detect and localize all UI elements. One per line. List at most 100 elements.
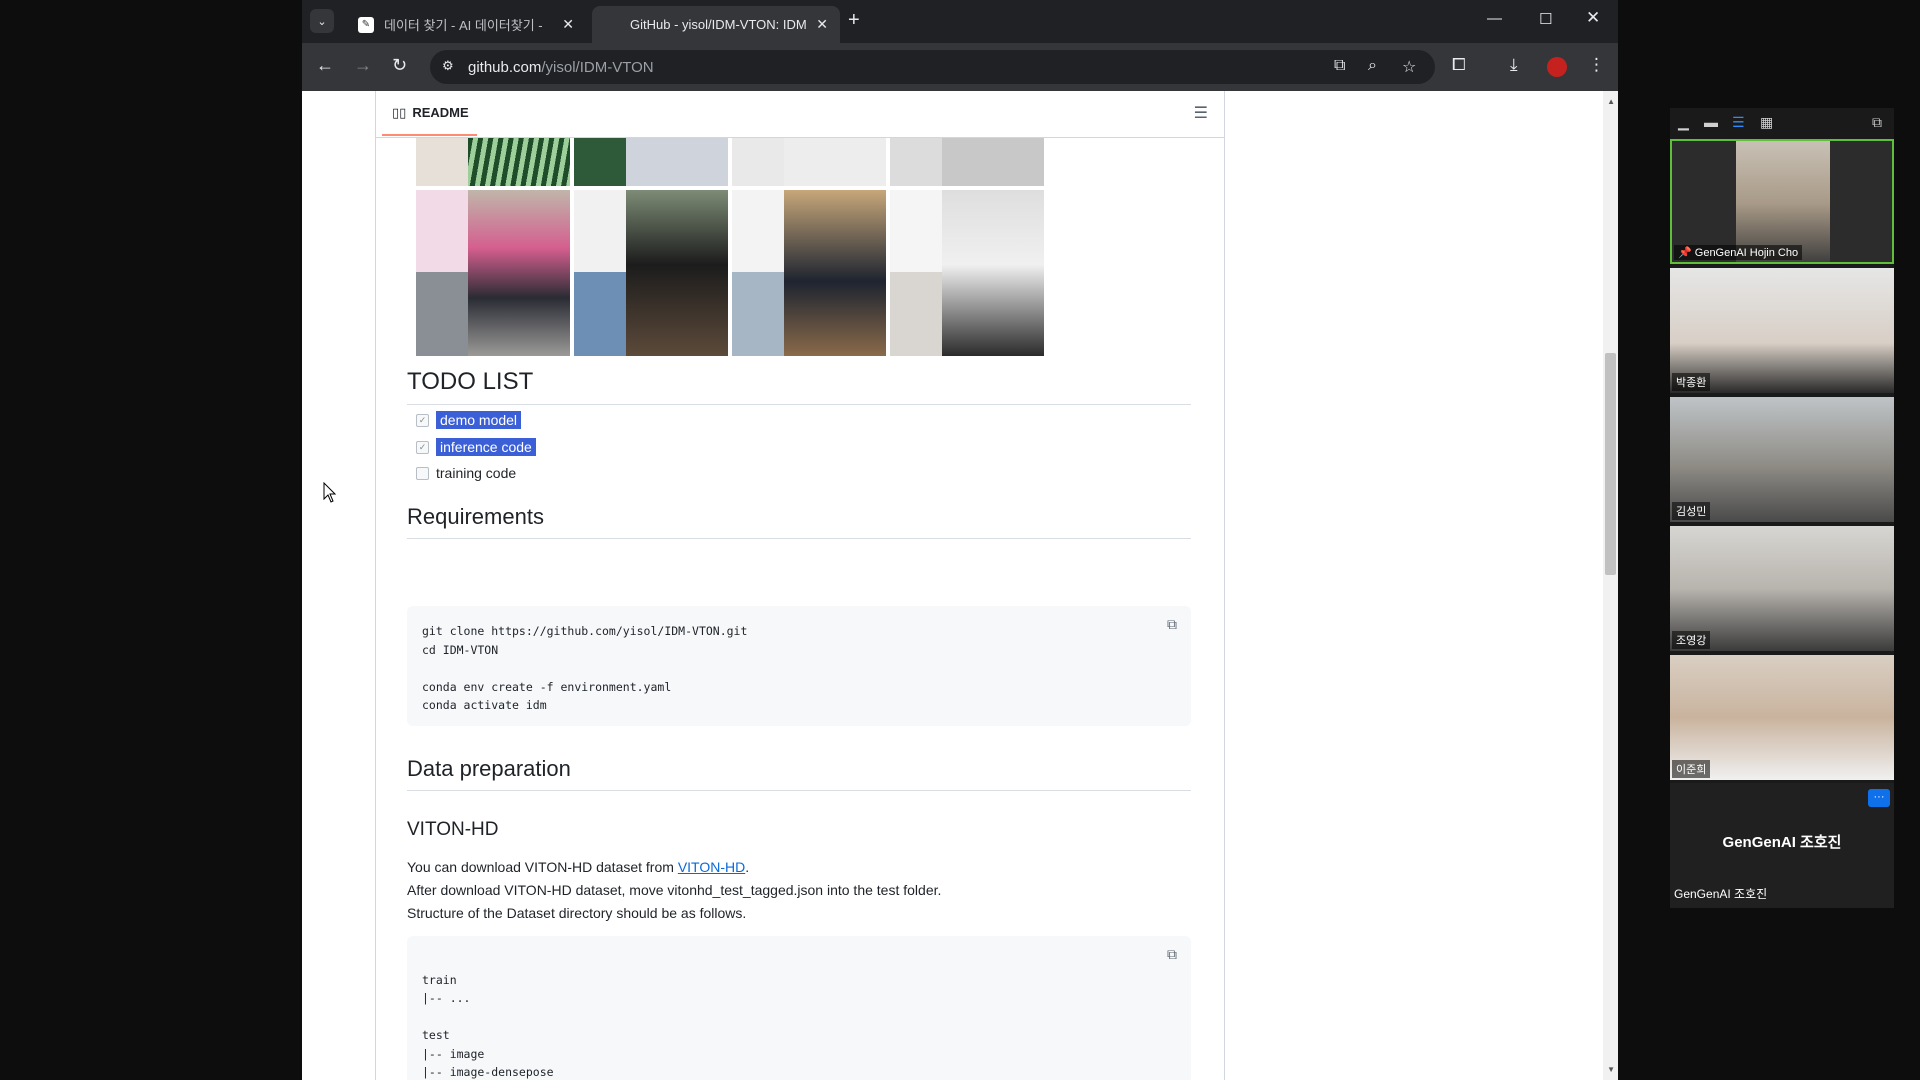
participant-tile[interactable]: 조영강 [1670, 526, 1894, 651]
page-favicon-icon: ✎ [358, 16, 374, 33]
sample-image [890, 190, 942, 272]
browser-window: ⌄ ✎ 데이터 찾기 - AI 데이터찾기 - ✕ GitHub - yisol… [302, 0, 1618, 1080]
sample-image [732, 190, 784, 272]
github-favicon-icon [604, 17, 620, 33]
data-preparation-heading: Data preparation [407, 756, 1191, 791]
todo-label: inference code [436, 438, 536, 456]
download-icon[interactable]: ⤓ [1510, 55, 1518, 75]
participant-display-name: GenGenAI 조호진 [1722, 834, 1842, 851]
active-tab-underline [382, 134, 477, 136]
outline-list-icon[interactable]: ☰ [1194, 103, 1208, 123]
pop-out-icon[interactable]: ⧉ [1872, 114, 1882, 131]
todo-label: training code [436, 465, 517, 481]
unchecked-checkbox[interactable] [416, 466, 429, 480]
tab-search-button[interactable]: ⌄ [310, 9, 334, 33]
scroll-down-arrow-icon[interactable]: ▼ [1607, 1065, 1615, 1074]
code-text: git clone https://github.com/yisol/IDM-V… [422, 624, 748, 712]
browser-toolbar: ← → ↻ ⚙ github.com/yisol/IDM-VTON ⧉ ⌕ ☆ … [302, 43, 1618, 91]
sample-image [574, 138, 626, 186]
participant-tile[interactable]: 박종환 [1670, 268, 1894, 393]
url-text[interactable]: github.com/yisol/IDM-VTON [468, 59, 654, 76]
bookmark-star-icon[interactable]: ☆ [1402, 57, 1416, 77]
todo-item: ✓ inference code [416, 438, 536, 456]
sample-image [574, 272, 626, 356]
todo-item: training code [416, 465, 516, 481]
chevron-down-icon: ⌄ [317, 15, 327, 28]
sample-image [942, 190, 1044, 356]
checked-checkbox[interactable]: ✓ [416, 440, 429, 454]
audio-only-participant-tile[interactable]: ··· GenGenAI 조호진 GenGenAI 조호진 [1670, 783, 1894, 908]
sample-image [890, 272, 942, 356]
sample-image [784, 190, 886, 356]
readme-header: ▯▯ README ☰ [376, 91, 1224, 138]
scrollbar-thumb[interactable] [1605, 353, 1616, 575]
sample-image [732, 272, 784, 356]
participant-name: GenGenAI 조호진 [1674, 887, 1768, 901]
sample-image [942, 138, 1044, 186]
participant-tile[interactable]: 이준희 [1670, 655, 1894, 780]
book-icon: ▯▯ [392, 105, 407, 120]
extensions-icon[interactable]: ⧠ [1452, 55, 1466, 75]
viton-hd-heading: VITON-HD [407, 819, 499, 840]
checked-checkbox[interactable]: ✓ [416, 413, 429, 427]
tab-data-search[interactable]: ✎ 데이터 찾기 - AI 데이터찾기 - ✕ [346, 6, 586, 43]
participant-tile[interactable]: 📌 GenGenAI Hojin Cho [1670, 139, 1894, 264]
meeting-gallery-panel: ▁ ▬ ☰ ▦ ⧉ 📌 GenGenAI Hojin Cho 박종환 김성민 조… [1670, 108, 1894, 908]
sample-image [784, 138, 886, 186]
participant-name: 📌 GenGenAI Hojin Cho [1674, 245, 1803, 260]
close-tab-icon[interactable]: ✕ [562, 16, 574, 33]
sample-image [732, 138, 784, 186]
page-content: ▯▯ README ☰ TODO LIST ✓ demo model ✓ inf… [302, 91, 1618, 1080]
new-tab-button[interactable]: + [848, 9, 860, 32]
sample-image [416, 138, 468, 186]
zoom-icon[interactable]: ⌕ [1368, 57, 1377, 75]
back-button[interactable]: ← [316, 55, 334, 76]
todo-item: ✓ demo model [416, 411, 522, 429]
sample-image [468, 190, 570, 356]
minimize-button[interactable]: — [1487, 10, 1502, 27]
participant-name: 김성민 [1672, 502, 1711, 520]
page-scrollbar[interactable]: ▲ ▼ [1603, 91, 1618, 1080]
forward-button[interactable]: → [354, 55, 372, 76]
copy-icon[interactable]: ⧉ [1167, 616, 1177, 633]
profile-avatar[interactable] [1547, 57, 1567, 77]
tab-title: 데이터 찾기 - AI 데이터찾기 - [384, 18, 543, 33]
gallery-view-icon[interactable]: ▦ [1760, 114, 1773, 131]
address-bar[interactable]: ⚙ github.com/yisol/IDM-VTON ⧉ ⌕ ☆ [430, 50, 1435, 84]
structure-code-block: train |-- ... test |-- image |-- image-d… [407, 936, 1191, 1080]
close-tab-icon[interactable]: ✕ [816, 16, 828, 33]
close-window-button[interactable]: ✕ [1586, 8, 1600, 28]
pin-icon: 📌 [1678, 247, 1695, 259]
mouse-cursor-icon [323, 482, 337, 503]
tab-strip: ⌄ ✎ 데이터 찾기 - AI 데이터찾기 - ✕ GitHub - yisol… [302, 0, 1618, 43]
speaker-view-icon[interactable]: ☰ [1732, 114, 1745, 131]
sample-image [468, 138, 570, 186]
copy-icon[interactable]: ⧉ [1167, 946, 1177, 963]
readme-panel: ▯▯ README ☰ TODO LIST ✓ demo model ✓ inf… [375, 91, 1225, 1080]
paragraph: Structure of the Dataset directory shoul… [407, 905, 747, 921]
tab-github[interactable]: GitHub - yisol/IDM-VTON: IDM ✕ [592, 6, 840, 43]
participant-tile[interactable]: 김성민 [1670, 397, 1894, 522]
requirements-heading: Requirements [407, 504, 1191, 539]
more-options-button[interactable]: ··· [1868, 789, 1890, 807]
paragraph: You can download VITON-HD dataset from V… [407, 859, 750, 875]
reload-button[interactable]: ↻ [392, 55, 407, 76]
install-app-icon[interactable]: ⧉ [1334, 57, 1345, 75]
sample-image [626, 190, 728, 356]
sample-image [890, 138, 942, 186]
maximize-button[interactable]: ☐ [1539, 10, 1552, 28]
sample-image [574, 190, 626, 272]
paragraph: After download VITON-HD dataset, move vi… [407, 882, 942, 898]
sample-image-grid [416, 138, 1184, 356]
sample-image [416, 272, 468, 356]
minimize-view-icon[interactable]: ▁ [1678, 114, 1689, 131]
menu-kebab-icon[interactable]: ⋮ [1588, 55, 1605, 75]
strip-view-icon[interactable]: ▬ [1704, 114, 1718, 130]
viton-hd-link[interactable]: VITON-HD [678, 859, 745, 875]
readme-tab[interactable]: ▯▯ README [392, 105, 469, 121]
gallery-toolbar: ▁ ▬ ☰ ▦ ⧉ [1670, 108, 1894, 136]
sample-image [626, 138, 728, 186]
site-info-icon[interactable]: ⚙ [442, 58, 454, 74]
scroll-up-arrow-icon[interactable]: ▲ [1607, 97, 1615, 106]
sample-image [416, 190, 468, 272]
